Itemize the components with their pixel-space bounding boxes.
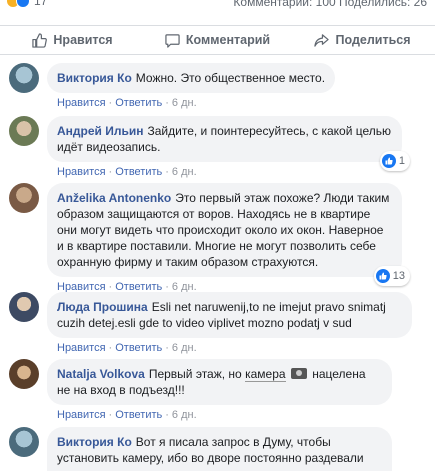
share-arrow-icon <box>314 33 330 47</box>
speech-bubble-icon <box>165 33 180 48</box>
comment-timestamp[interactable]: 6 дн. <box>172 97 197 109</box>
comment-author[interactable]: Виктория Ко <box>57 435 132 449</box>
comment-meta: Нравится · Ответить · 6 дн. <box>57 342 197 354</box>
comment-reaction-badge[interactable]: 1 <box>379 151 410 171</box>
like-reaction-icon <box>375 269 390 283</box>
comment-item: Люда Прошина Esli net naruwenij,to ne ime… <box>9 292 412 354</box>
comment-like-link[interactable]: Нравится <box>57 409 106 421</box>
comment-item: Виктория Ко Вот я писала запрос в Думу, ч… <box>9 427 392 471</box>
avatar[interactable] <box>9 427 39 457</box>
like-reaction-icon <box>381 154 396 168</box>
thumbs-up-icon <box>32 32 48 48</box>
comment-item: Natalja Volkova Первый этаж, но камера на… <box>9 359 392 421</box>
comment-bubble: Андрей Ильин Зайдите, и поинтересуйтесь, … <box>47 116 410 171</box>
comment-item: Anželika Antonenko Это первый этаж похоже… <box>9 183 410 293</box>
comment-timestamp[interactable]: 6 дн. <box>172 166 197 178</box>
avatar[interactable] <box>9 63 39 93</box>
hashtag-link[interactable]: камера <box>245 367 286 382</box>
share-button-label: Поделиться <box>335 33 411 47</box>
comment-text-start: Первый этаж, но <box>148 367 242 381</box>
comment-author[interactable]: Люда Прошина <box>57 300 148 314</box>
comment-bubble: Виктория Ко Можно. Это общественное место… <box>47 63 336 93</box>
comment-meta: Нравится · Ответить · 6 дн. <box>57 409 197 421</box>
camera-emoji-icon <box>290 368 307 379</box>
post-summary-bar: 17 Комментарии: 100 Поделились: 26 <box>0 0 435 12</box>
reaction-count: 13 <box>392 270 405 282</box>
avatar[interactable] <box>9 359 39 389</box>
reaction-count: 1 <box>398 155 405 167</box>
like-reaction-icon <box>16 0 30 8</box>
comment-timestamp[interactable]: 6 дн. <box>172 342 197 354</box>
comment-item: Виктория Ко Можно. Это общественное место… <box>9 63 336 109</box>
comment-like-link[interactable]: Нравится <box>57 342 106 354</box>
comment-text: Можно. Это общественное место. <box>135 71 326 85</box>
like-button-label: Нравится <box>53 33 113 47</box>
comment-bubble: Anželika Antonenko Это первый этаж похоже… <box>47 183 410 286</box>
comment-reply-link[interactable]: Ответить <box>115 409 162 421</box>
comment-reply-link[interactable]: Ответить <box>115 342 162 354</box>
comment-like-link[interactable]: Нравится <box>57 97 106 109</box>
avatar[interactable] <box>9 292 39 322</box>
comment-bubble: Natalja Volkova Первый этаж, но камера на… <box>47 359 392 405</box>
comment-author[interactable]: Natalja Volkova <box>57 367 145 381</box>
share-button[interactable]: Поделиться <box>290 26 435 54</box>
comment-bubble: Виктория Ко Вот я писала запрос в Думу, ч… <box>47 427 392 471</box>
comment-timestamp[interactable]: 6 дн. <box>172 409 197 421</box>
reaction-summary[interactable]: 17 <box>6 0 47 8</box>
comment-author[interactable]: Виктория Ко <box>57 71 132 85</box>
comment-button-label: Комментарий <box>185 33 271 47</box>
comment-reply-link[interactable]: Ответить <box>115 97 162 109</box>
comment-author[interactable]: Anželika Antonenko <box>57 191 171 205</box>
avatar[interactable] <box>9 116 39 146</box>
comment-author[interactable]: Андрей Ильин <box>57 124 144 138</box>
comment-reaction-badge[interactable]: 13 <box>373 266 410 286</box>
comment-button[interactable]: Комментарий <box>145 26 290 54</box>
comment-bubble: Люда Прошина Esli net naruwenij,to ne ime… <box>47 292 412 338</box>
comment-reply-link[interactable]: Ответить <box>115 166 162 178</box>
comment-like-link[interactable]: Нравится <box>57 166 106 178</box>
like-button[interactable]: Нравится <box>0 26 145 54</box>
comment-meta: Нравится · Ответить · 6 дн. <box>57 97 197 109</box>
comment-item: Андрей Ильин Зайдите, и поинтересуйтесь, … <box>9 116 410 178</box>
avatar[interactable] <box>9 183 39 213</box>
post-action-bar: Нравится Комментарий Поделиться <box>0 25 435 55</box>
post-stats[interactable]: Комментарии: 100 Поделились: 26 <box>233 0 427 9</box>
comment-meta: Нравится · Ответить · 6 дн. <box>57 166 197 178</box>
reaction-count: 17 <box>34 0 48 8</box>
